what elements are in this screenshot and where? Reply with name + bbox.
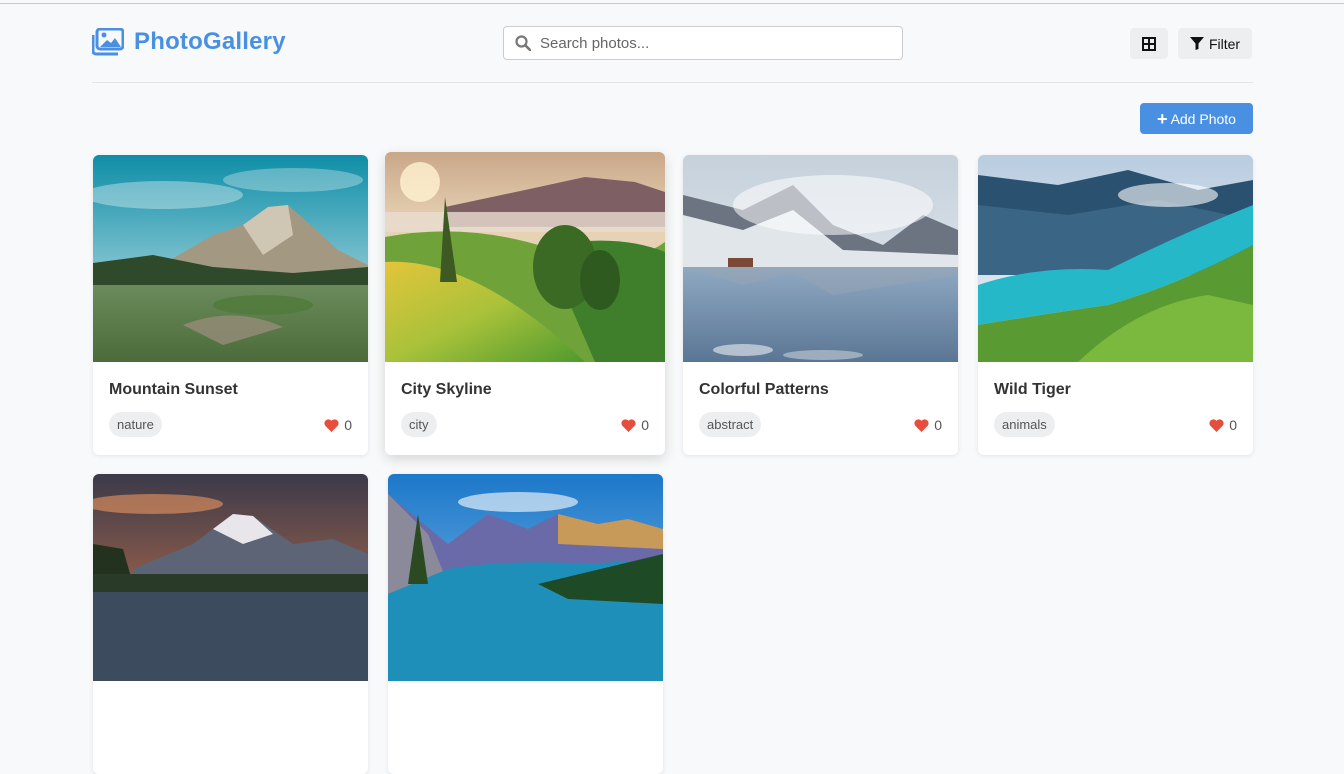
photo-card[interactable]: Wild Tiger animals 0 [978,155,1253,455]
heart-icon [914,418,929,432]
grid-view-button[interactable] [1130,28,1168,59]
images-icon [92,28,124,56]
filter-button[interactable]: Filter [1178,28,1252,59]
photo-title: City Skyline [401,381,492,398]
photo-image[interactable] [93,474,368,681]
photo-card[interactable]: City Skyline city 0 [385,152,665,455]
search-icon [515,35,531,51]
photo-card[interactable] [388,474,663,774]
funnel-icon [1189,37,1204,50]
heart-icon [324,418,339,432]
photo-title: Wild Tiger [994,381,1071,398]
category-tag[interactable]: animals [994,412,1055,437]
category-tag[interactable]: nature [109,412,162,437]
like-count: 0 [344,417,352,433]
add-photo-label: Add Photo [1170,110,1236,127]
like-count: 0 [934,417,942,433]
like-count: 0 [641,417,649,433]
search-input[interactable] [540,34,880,52]
like-button[interactable]: 0 [621,417,649,433]
photo-card[interactable] [93,474,368,774]
like-button[interactable]: 0 [324,417,352,433]
photo-title: Mountain Sunset [109,381,238,398]
category-tag[interactable]: abstract [699,412,762,437]
photo-image[interactable] [683,155,958,362]
grid-icon [1142,36,1156,51]
category-tag[interactable]: city [401,412,437,437]
photo-image[interactable] [388,474,663,681]
search-box[interactable] [503,26,903,60]
photo-card[interactable]: Colorful Patterns abstract 0 [683,155,958,455]
plus-icon: + [1157,108,1168,129]
like-button[interactable]: 0 [914,417,942,433]
filter-label: Filter [1208,35,1241,52]
logo[interactable]: PhotoGallery [92,28,286,56]
heart-icon [621,418,636,432]
add-photo-button[interactable]: + Add Photo [1140,103,1253,134]
photo-card[interactable]: Mountain Sunset nature 0 [93,155,368,455]
photo-image[interactable] [978,155,1253,362]
like-button[interactable]: 0 [1209,417,1237,433]
photo-title: Colorful Patterns [699,381,829,398]
logo-text: PhotoGallery [134,28,286,55]
heart-icon [1209,418,1224,432]
like-count: 0 [1229,417,1237,433]
photo-image[interactable] [385,152,665,362]
photo-image[interactable] [93,155,368,362]
app-header: PhotoGallery Filter [92,4,1253,83]
